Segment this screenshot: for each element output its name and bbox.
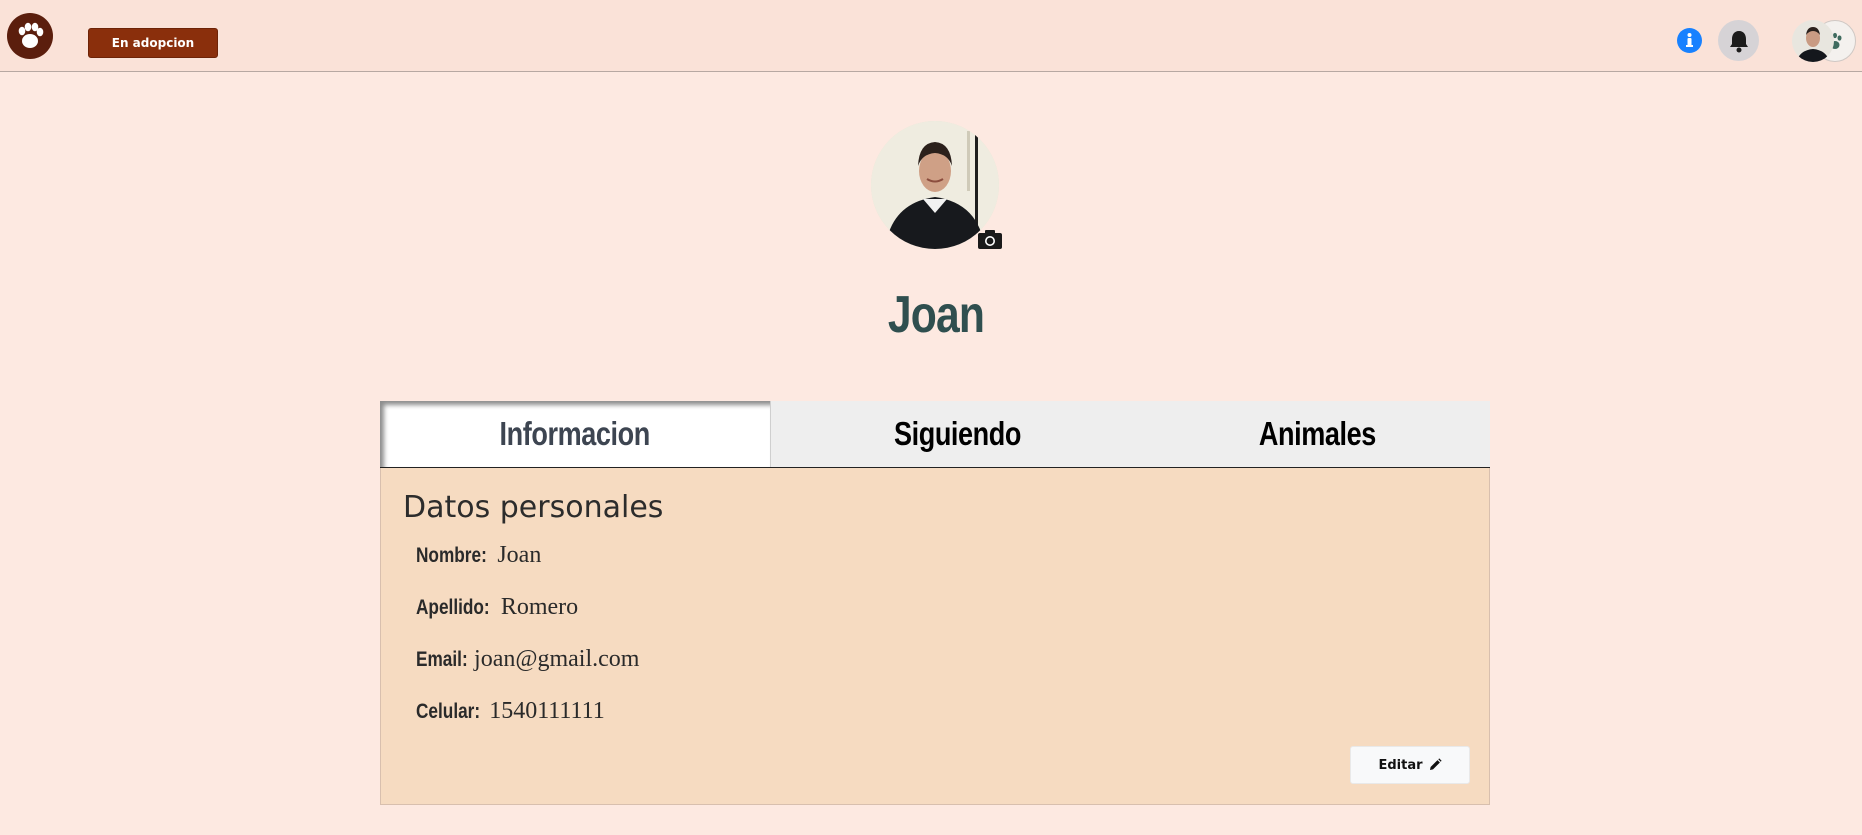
paw-logo-icon[interactable]: [7, 13, 53, 59]
field-label: Celular:: [416, 700, 481, 723]
field-apellido: Apellido: Romero: [416, 594, 578, 621]
pencil-icon: [1429, 758, 1442, 770]
info-icon[interactable]: [1677, 28, 1702, 53]
field-nombre: Nombre: Joan: [416, 542, 541, 569]
user-avatar: [1792, 20, 1834, 62]
field-value: joan@gmail.com: [474, 646, 640, 672]
field-label: Nombre:: [416, 544, 487, 567]
tab-informacion[interactable]: Informacion: [380, 401, 771, 467]
field-label: Apellido:: [416, 596, 490, 619]
panel-title: Datos personales: [403, 490, 664, 525]
field-value: 1540111111: [489, 698, 605, 724]
edit-button-label: Editar: [1378, 757, 1423, 773]
notifications-bell-button[interactable]: [1718, 20, 1759, 61]
tab-siguiendo-label: Siguiendo: [893, 415, 1022, 452]
field-celular: Celular: 1540111111: [416, 698, 605, 725]
top-navbar: En adopcion: [0, 0, 1862, 72]
tab-animales[interactable]: Animales: [1144, 401, 1490, 467]
tab-siguiendo[interactable]: Siguiendo: [771, 401, 1144, 467]
field-label: Email:: [416, 648, 468, 671]
field-email: Email: joan@gmail.com: [416, 646, 639, 673]
tab-animales-label: Animales: [1258, 415, 1376, 452]
change-photo-button[interactable]: [975, 226, 1005, 252]
tab-informacion-label: Informacion: [499, 415, 651, 452]
profile-name: Joan: [887, 286, 985, 344]
edit-button[interactable]: Editar: [1350, 746, 1470, 784]
profile-tabs: Informacion Siguiendo Animales: [380, 401, 1490, 468]
field-value: Romero: [500, 594, 579, 620]
camera-icon: [978, 230, 1002, 249]
en-adopcion-button[interactable]: En adopcion: [88, 28, 218, 58]
user-menu[interactable]: [1790, 20, 1856, 62]
bell-icon: [1729, 30, 1748, 52]
field-value: Joan: [497, 542, 542, 568]
personal-data-panel: Datos personales Nombre: Joan Apellido: …: [380, 468, 1490, 805]
